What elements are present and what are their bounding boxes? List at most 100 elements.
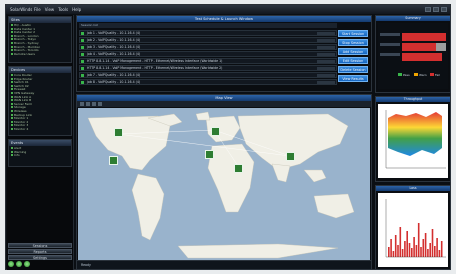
loss-chart bbox=[378, 193, 448, 267]
events-panel: Events Alert Warning Info bbox=[8, 139, 72, 167]
status-ok-icon bbox=[81, 46, 84, 49]
session-row[interactable]: job 2 - VoIPQuality - 10.1.16.4 (4) bbox=[79, 37, 337, 43]
session-row-label: HTTP 8.8.1.14 - VoIP Management - HTTP -… bbox=[87, 66, 223, 70]
refresh-icon[interactable] bbox=[98, 102, 102, 106]
map-site-marker[interactable] bbox=[109, 156, 118, 165]
app-icon[interactable] bbox=[24, 261, 30, 267]
status-ok-icon bbox=[81, 39, 84, 42]
world-map[interactable] bbox=[78, 108, 370, 261]
view-results-button[interactable]: View Results bbox=[338, 75, 368, 82]
delete-session-button[interactable]: Delete Session bbox=[338, 66, 368, 73]
legend-label: Warn bbox=[419, 73, 427, 77]
sites-tree: HQ - Austin Data Center 1 Data Center 2 … bbox=[9, 23, 71, 57]
row-action[interactable] bbox=[317, 39, 335, 42]
summary-chart: Pass Warn Fail bbox=[378, 23, 448, 89]
row-action[interactable] bbox=[317, 32, 335, 35]
session-row[interactable]: job 7 - VoIPQuality - 10.1.16.4 (4) bbox=[79, 72, 337, 78]
status-ok-icon bbox=[81, 81, 84, 84]
loss-bar bbox=[406, 231, 408, 257]
menu-bar: File View Tools Help bbox=[34, 5, 81, 14]
sessions-subheader: Session list bbox=[79, 23, 337, 28]
session-row[interactable]: job 4 - VoIPQuality - 10.1.16.4 (4) bbox=[79, 51, 337, 57]
summary-panel: Summary Pass Warn Fail bbox=[375, 15, 451, 93]
status-ok-icon bbox=[81, 74, 84, 77]
sessions-panel: Test Schedule & Launch Window Session li… bbox=[76, 15, 372, 92]
legend-label: Fail bbox=[435, 73, 440, 77]
zoom-out-icon[interactable] bbox=[86, 102, 90, 106]
window-controls bbox=[425, 7, 447, 12]
menu-help[interactable]: Help bbox=[72, 5, 81, 14]
session-row[interactable]: job 3 - VoIPQuality - 10.1.16.4 (4) bbox=[79, 44, 337, 50]
row-action[interactable] bbox=[317, 46, 335, 49]
nav-buttons: Sessions Reports Settings bbox=[8, 243, 72, 261]
sessions-nav-button[interactable]: Sessions bbox=[8, 243, 72, 248]
pan-icon[interactable] bbox=[92, 102, 96, 106]
settings-nav-button[interactable]: Settings bbox=[8, 255, 72, 260]
tree-item[interactable]: Info bbox=[11, 154, 69, 158]
stop-session-button[interactable]: Stop Session bbox=[338, 39, 368, 46]
session-row-label: job 2 - VoIPQuality - 10.1.16.4 (4) bbox=[87, 38, 141, 42]
session-row-label: job 3 - VoIPQuality - 10.1.16.4 (4) bbox=[87, 45, 141, 49]
loss-bar bbox=[436, 238, 438, 257]
status-ok-icon bbox=[81, 32, 84, 35]
maximize-icon[interactable] bbox=[433, 7, 439, 12]
legend-swatch bbox=[398, 73, 402, 76]
loss-bar bbox=[394, 235, 397, 257]
loss-bar bbox=[397, 245, 399, 257]
summary-bar bbox=[402, 33, 446, 41]
minimize-icon[interactable] bbox=[425, 7, 431, 12]
map-site-marker[interactable] bbox=[205, 150, 214, 159]
right-sidebar: Summary Pass Warn Fail Throughput Loss bbox=[375, 15, 451, 270]
reports-nav-button[interactable]: Reports bbox=[8, 249, 72, 254]
start-session-button[interactable]: Start Session bbox=[338, 30, 368, 37]
loss-bar bbox=[431, 229, 434, 257]
map-site-marker[interactable] bbox=[114, 128, 123, 137]
session-row-label: job 4 - VoIPQuality - 10.1.16.4 (4) bbox=[87, 52, 141, 56]
row-action[interactable] bbox=[317, 67, 335, 70]
map-site-marker[interactable] bbox=[234, 164, 243, 173]
map-toolbar bbox=[77, 101, 371, 107]
tree-item[interactable]: Monitor 4 bbox=[11, 128, 69, 132]
loss-bar bbox=[420, 247, 422, 257]
map-status-bar: Ready bbox=[77, 260, 371, 269]
map-site-marker[interactable] bbox=[211, 127, 220, 136]
session-row-label: job 1 - VoIPQuality - 10.1.16.4 (4) bbox=[87, 31, 141, 35]
row-action[interactable] bbox=[317, 60, 335, 63]
events-tree: Alert Warning Info bbox=[9, 146, 71, 159]
loss-bar bbox=[417, 223, 420, 257]
app-icon[interactable] bbox=[8, 261, 14, 267]
legend-label: Pass bbox=[403, 73, 410, 77]
loss-bar bbox=[401, 249, 404, 257]
map-site-marker[interactable] bbox=[286, 152, 295, 161]
edit-session-button[interactable]: Edit Session bbox=[338, 57, 368, 64]
zoom-in-icon[interactable] bbox=[80, 102, 84, 106]
close-icon[interactable] bbox=[441, 7, 447, 12]
throughput-area bbox=[388, 112, 442, 156]
session-list: job 1 - VoIPQuality - 10.1.16.4 (4) job … bbox=[79, 30, 337, 86]
loss-bar bbox=[438, 250, 441, 257]
main-area: Test Schedule & Launch Window Session li… bbox=[76, 15, 372, 270]
session-row-label: job 7 - VoIPQuality - 10.1.16.4 (4) bbox=[87, 73, 141, 77]
menu-view[interactable]: View bbox=[45, 5, 55, 14]
session-row[interactable]: job 1 - VoIPQuality - 10.1.16.4 (4) bbox=[79, 30, 337, 36]
loss-bar bbox=[392, 251, 395, 257]
row-action[interactable] bbox=[317, 81, 335, 84]
left-sidebar: Sites HQ - Austin Data Center 1 Data Cen… bbox=[7, 15, 74, 270]
row-action[interactable] bbox=[317, 53, 335, 56]
session-row[interactable]: job 8 - VoIPQuality - 10.1.16.4 (4) bbox=[79, 79, 337, 85]
status-ok-icon bbox=[81, 53, 84, 56]
menu-file[interactable]: File bbox=[34, 5, 41, 14]
devices-panel: Devices Core Router Edge Router Switch 0… bbox=[8, 66, 72, 136]
session-row[interactable]: HTTP 8.8.1.14 - VoIP Management - HTTP -… bbox=[79, 65, 337, 71]
summary-bar bbox=[402, 43, 436, 51]
loss-bar bbox=[440, 241, 443, 257]
menu-tools[interactable]: Tools bbox=[58, 5, 68, 14]
row-action[interactable] bbox=[317, 74, 335, 77]
tree-item[interactable]: Remote Users bbox=[11, 53, 69, 57]
add-session-button[interactable]: Add Session bbox=[338, 48, 368, 55]
loss-bar bbox=[404, 241, 406, 257]
status-ok-icon bbox=[81, 60, 84, 63]
app-icon[interactable] bbox=[16, 261, 22, 267]
session-row[interactable]: HTTP 8.8.1.14 - VoIP Management - HTTP -… bbox=[79, 58, 337, 64]
sessions-header: Test Schedule & Launch Window bbox=[77, 16, 371, 22]
